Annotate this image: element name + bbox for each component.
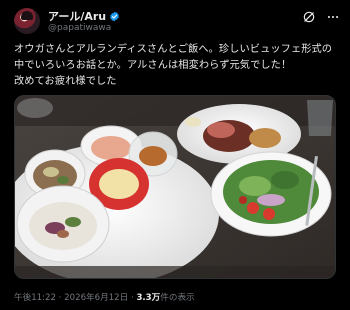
buffet-dinner-photo: [15, 96, 335, 278]
post-time[interactable]: 午後11:22: [14, 293, 56, 303]
display-name[interactable]: アール/Aru: [48, 8, 106, 24]
author-name-row[interactable]: アール/Aru: [48, 9, 120, 23]
views-label: 件の表示: [160, 293, 195, 303]
more-options-icon[interactable]: [326, 10, 340, 24]
handle[interactable]: @papatiwawa: [48, 23, 111, 33]
grok-icon[interactable]: [302, 10, 316, 24]
meta-separator: ·: [130, 293, 134, 303]
views-count: 3.3万: [136, 293, 161, 303]
verified-badge-icon: [110, 11, 119, 21]
meta-separator: ·: [58, 293, 62, 303]
post-photo[interactable]: [14, 95, 336, 279]
post-date[interactable]: 2026年6月12日: [64, 293, 128, 303]
avatar[interactable]: [14, 8, 40, 34]
post-header: アール/Aru @papatiwawa: [14, 8, 339, 36]
post-meta: 午後11:22 · 2026年6月12日 · 3.3万件の表示: [14, 291, 195, 303]
post-text: オウガさんとアルランディスさんとご飯へ。珍しいビュッフェ形式の中でいろいろお話と…: [14, 44, 333, 87]
